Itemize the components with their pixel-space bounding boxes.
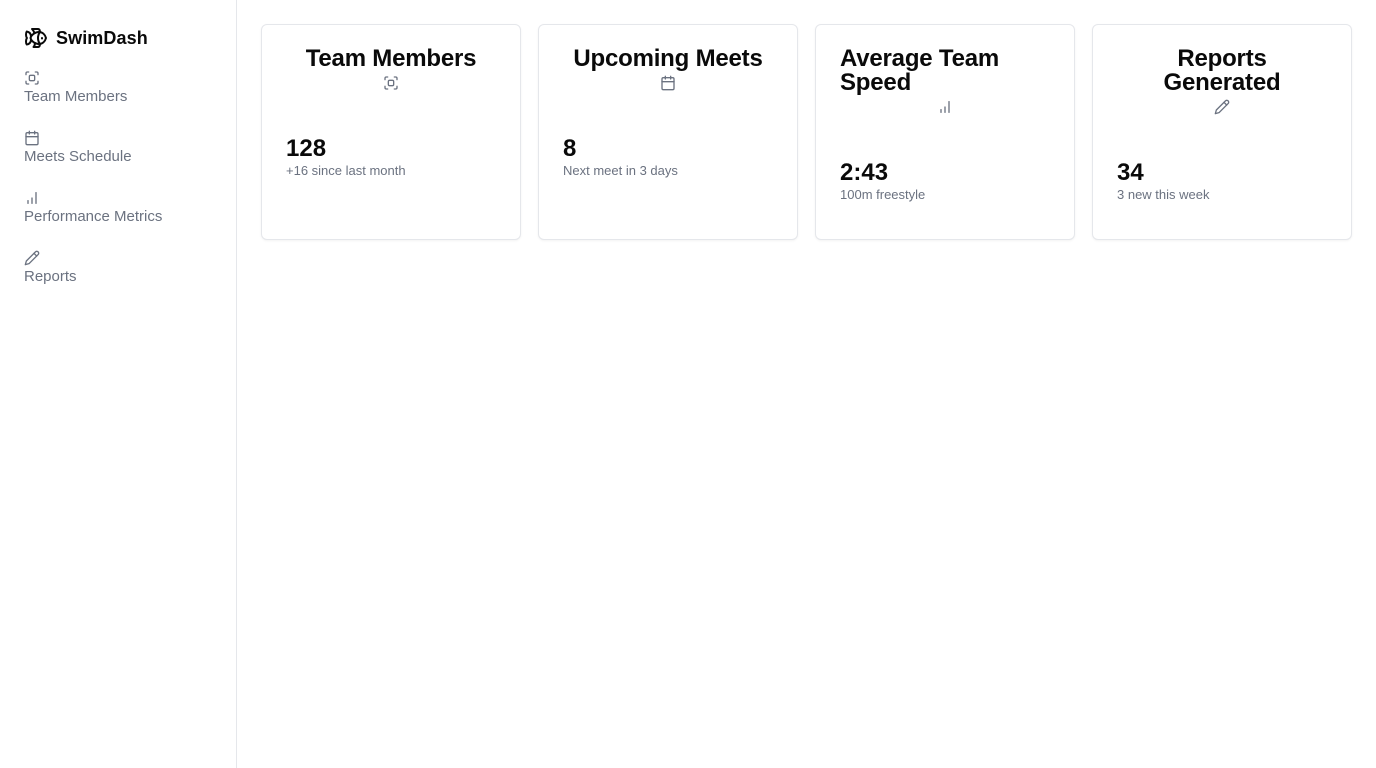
stats-cards: Team Members 128 +16 since last month Up… xyxy=(261,24,1352,240)
card-subtitle: +16 since last month xyxy=(286,163,406,178)
sidebar-item-label: Team Members xyxy=(24,88,128,105)
card-title: Average Team Speed xyxy=(840,45,1000,96)
calendar-icon xyxy=(660,75,676,91)
calendar-icon xyxy=(24,130,40,146)
card-title: Team Members xyxy=(305,45,477,72)
card-title: Reports Generated xyxy=(1163,45,1281,96)
stat-card-reports-generated: Reports Generated 34 3 new this week xyxy=(1092,24,1352,240)
card-subtitle: 100m freestyle xyxy=(840,187,926,202)
brand[interactable]: SwimDash xyxy=(24,24,236,52)
card-value: 8 xyxy=(563,135,577,162)
sidebar-item-reports[interactable]: Reports xyxy=(24,250,236,310)
app-name: SwimDash xyxy=(56,27,148,48)
sidebar: SwimDash Team Members Meets Schedule Per… xyxy=(0,0,237,768)
app-root: SwimDash Team Members Meets Schedule Per… xyxy=(0,0,1376,768)
scan-face-icon xyxy=(383,75,399,91)
pencil-icon xyxy=(1214,99,1230,115)
card-subtitle: Next meet in 3 days xyxy=(563,163,678,178)
sidebar-item-label: Meets Schedule xyxy=(24,148,132,165)
sidebar-item-label: Reports xyxy=(24,268,77,285)
bar-chart-icon xyxy=(24,190,40,206)
fish-icon xyxy=(24,26,48,50)
card-subtitle: 3 new this week xyxy=(1117,187,1210,202)
card-title: Upcoming Meets xyxy=(573,45,763,72)
bar-chart-icon xyxy=(937,99,953,115)
scan-face-icon xyxy=(24,70,40,86)
main-content: Team Members 128 +16 since last month Up… xyxy=(237,0,1376,768)
stat-card-upcoming-meets: Upcoming Meets 8 Next meet in 3 days xyxy=(538,24,798,240)
stat-card-team-members: Team Members 128 +16 since last month xyxy=(261,24,521,240)
pencil-icon xyxy=(24,250,40,266)
sidebar-item-meets-schedule[interactable]: Meets Schedule xyxy=(24,130,236,190)
sidebar-item-label: Performance Metrics xyxy=(24,208,163,225)
sidebar-item-team-members[interactable]: Team Members xyxy=(24,70,236,130)
sidebar-item-performance-metrics[interactable]: Performance Metrics xyxy=(24,190,236,250)
card-value: 34 xyxy=(1117,159,1144,186)
stat-card-average-team-speed: Average Team Speed 2:43 100m freestyle xyxy=(815,24,1075,240)
card-value: 128 xyxy=(286,135,327,162)
card-value: 2:43 xyxy=(840,159,889,186)
